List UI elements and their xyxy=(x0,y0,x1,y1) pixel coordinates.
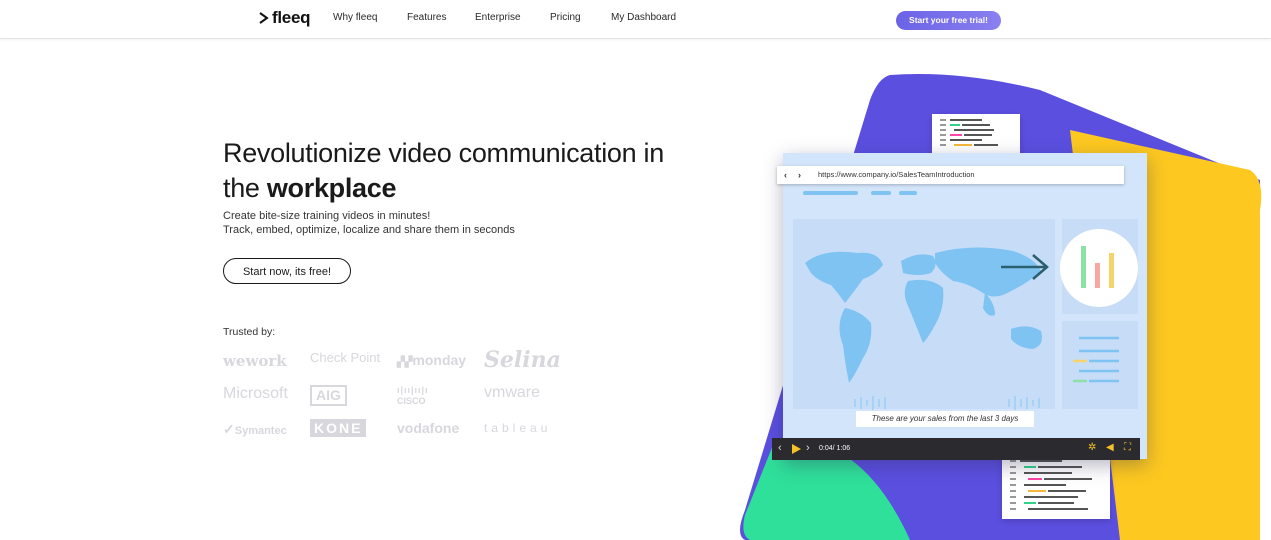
play-icon xyxy=(792,444,801,454)
start-free-trial-button[interactable]: Start your free trial! xyxy=(896,11,1001,30)
nav-enterprise[interactable]: Enterprise xyxy=(475,12,521,23)
bar-yellow xyxy=(1109,253,1114,288)
nav-my-dashboard[interactable]: My Dashboard xyxy=(611,12,676,23)
gear-icon: ✲ xyxy=(1088,442,1097,453)
prev-icon: ‹ xyxy=(778,442,782,454)
forward-arrow-icon: › xyxy=(798,170,801,180)
back-arrow-icon: ‹ xyxy=(784,170,787,180)
brand-wework: wework xyxy=(223,352,287,370)
brand-aig: AIG xyxy=(310,385,347,406)
brand-checkpoint: Check Point xyxy=(310,350,381,365)
logo-text: fleeq xyxy=(272,8,311,27)
nav-pricing[interactable]: Pricing xyxy=(550,12,581,23)
url-text: https://www.company.io/SalesTeamIntroduc… xyxy=(818,170,975,179)
brand-vodafone: vodafone xyxy=(397,420,460,436)
code-document-top xyxy=(932,114,1020,156)
hero-title: Revolutionize video communication in the… xyxy=(223,136,723,206)
play-logo-icon xyxy=(259,12,269,24)
brand-tableau: tableau xyxy=(484,421,552,435)
video-caption: These are your sales from the last 3 day… xyxy=(856,411,1034,427)
brand-microsoft: Microsoft xyxy=(223,385,288,402)
top-navbar: fleeq Why fleeq Features Enterprise Pric… xyxy=(0,0,1271,39)
hero-subtitle-line1: Create bite-size training videos in minu… xyxy=(223,210,431,222)
brand-symantec-text: Symantec xyxy=(234,425,287,437)
browser-url-bar: ‹ › https://www.company.io/SalesTeamIntr… xyxy=(777,166,1124,184)
volume-icon: ◀ xyxy=(1106,442,1114,453)
hero-title-prefix: the xyxy=(223,173,267,203)
fullscreen-icon: ⛶ xyxy=(1124,442,1131,453)
brand-kone: KONE xyxy=(310,419,367,437)
trusted-by-label: Trusted by: xyxy=(223,326,276,338)
code-lines-top xyxy=(940,119,998,146)
hero-title-line2: the workplace xyxy=(223,171,723,206)
start-now-button[interactable]: Start now, its free! xyxy=(223,258,351,284)
bar-green xyxy=(1081,246,1086,288)
brand-cisco-text: CISCO xyxy=(397,396,426,406)
brand-vmware: vmware xyxy=(484,384,541,401)
brand-cisco: ı|ıı|ıı|ı CISCO xyxy=(397,385,429,406)
brand-monday-text: monday xyxy=(412,352,467,368)
brand-selina: Selina xyxy=(484,347,561,373)
code-document-bottom xyxy=(1002,455,1110,519)
hero-illustration: ‹ › https://www.company.io/SalesTeamIntr… xyxy=(740,70,1271,540)
bar-red xyxy=(1095,263,1100,288)
code-lines-bottom xyxy=(1010,460,1092,510)
hero-title-line1: Revolutionize video communication in xyxy=(223,138,664,168)
fleeq-logo[interactable]: fleeq xyxy=(259,8,310,28)
brand-symantec: ✓Symantec xyxy=(223,421,287,437)
brand-monday: ▞▞monday xyxy=(397,352,467,368)
nav-why-fleeq[interactable]: Why fleeq xyxy=(333,12,377,23)
hero-subtitle-line2: Track, embed, optimize, localize and sha… xyxy=(223,224,515,236)
video-player-bar: ‹ › 0:04/ 1:06 ✲ ◀ ⛶ xyxy=(772,438,1140,460)
hero-title-bold: workplace xyxy=(266,173,397,203)
video-time: 0:04/ 1:06 xyxy=(819,445,851,452)
next-icon: › xyxy=(806,442,810,454)
nav-features[interactable]: Features xyxy=(407,12,446,23)
